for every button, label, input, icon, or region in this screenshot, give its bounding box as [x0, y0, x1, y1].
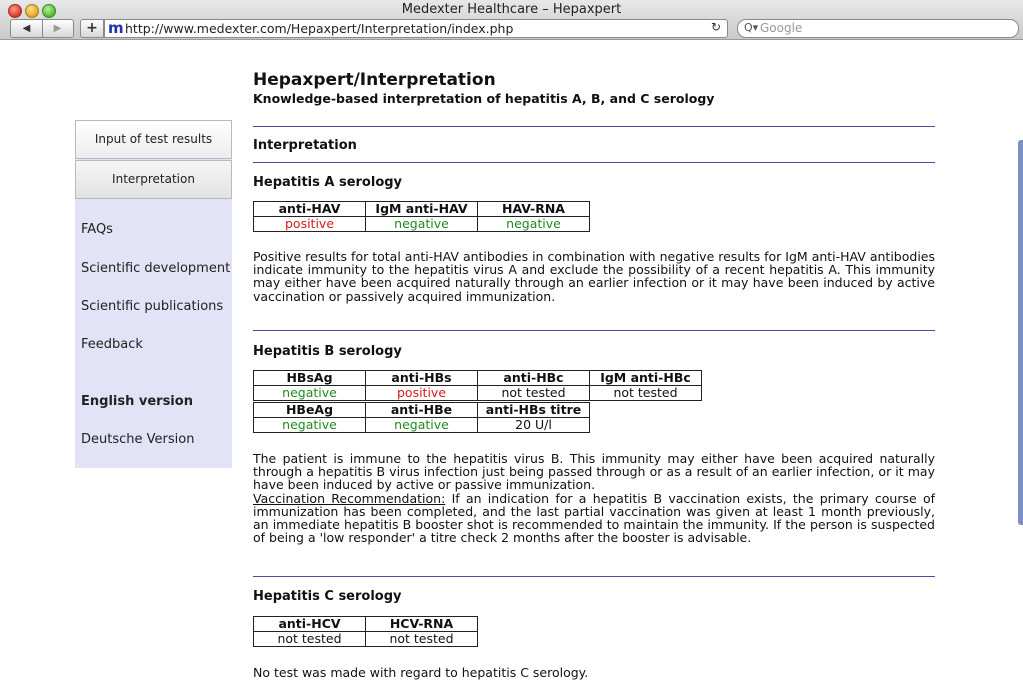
browser-toolbar: ◀ ▶ + m http://www.medexter.com/Hepaxper… [0, 18, 1023, 38]
result-cell: not tested [253, 631, 366, 647]
table-header-row: anti-HCV HCV-RNA [253, 616, 478, 632]
table-row: positive negative negative [253, 216, 590, 232]
table-header-cell: anti-HAV [253, 201, 366, 217]
scrollbar[interactable] [1018, 140, 1023, 525]
page-title: Hepaxpert/Interpretation [253, 70, 496, 90]
table-header-cell: IgM anti-HAV [365, 201, 478, 217]
table-header-cell: anti-HBc [477, 370, 590, 386]
url-text[interactable]: http://www.medexter.com/Hepaxpert/Interp… [125, 21, 513, 36]
result-cell: positive [365, 385, 478, 401]
hepatitis-b-text: The patient is immune to the hepatitis v… [253, 451, 935, 493]
reload-icon[interactable]: ↻ [711, 20, 721, 34]
table-row: not tested not tested [253, 631, 478, 647]
hepatitis-a-interpretation: Positive results for total anti-HAV anti… [253, 249, 935, 304]
table-row: negative negative 20 U/l [253, 417, 590, 433]
add-bookmark-button[interactable]: + [80, 19, 104, 38]
search-placeholder: Google [760, 21, 803, 35]
divider [253, 162, 935, 163]
table-header-row: HBeAg anti-HBe anti-HBs titre [253, 402, 590, 418]
hepatitis-b-table-2: HBeAg anti-HBe anti-HBs titre negative n… [253, 402, 590, 433]
sidebar-link-faqs[interactable]: FAQs [81, 222, 113, 237]
hepatitis-c-interpretation: No test was made with regard to hepatiti… [253, 665, 589, 680]
table-header-cell: anti-HBs [365, 370, 478, 386]
forward-button[interactable]: ▶ [42, 20, 73, 37]
language-english-current: English version [81, 394, 193, 409]
back-button[interactable]: ◀ [11, 20, 43, 37]
table-header-cell: anti-HCV [253, 616, 366, 632]
result-cell: positive [253, 216, 366, 232]
result-cell: not tested [589, 385, 702, 401]
input-test-results-button[interactable]: Input of test results [75, 120, 232, 159]
result-cell: not tested [477, 385, 590, 401]
divider [253, 576, 935, 577]
table-header-cell: IgM anti-HBc [589, 370, 702, 386]
table-header-row: anti-HAV IgM anti-HAV HAV-RNA [253, 201, 590, 217]
interpretation-button[interactable]: Interpretation [75, 160, 232, 199]
result-cell: negative [477, 216, 590, 232]
result-cell: 20 U/l [477, 417, 590, 433]
interpretation-heading: Interpretation [253, 138, 357, 153]
result-cell: negative [365, 216, 478, 232]
search-field[interactable]: Q▾ Google [737, 19, 1019, 38]
language-deutsch-link[interactable]: Deutsche Version [81, 432, 194, 447]
hepatitis-c-table: anti-HCV HCV-RNA not tested not tested [253, 616, 478, 647]
page-subtitle: Knowledge-based interpretation of hepati… [253, 91, 715, 106]
table-header-cell: HBeAg [253, 402, 366, 418]
window-title: Medexter Healthcare – Hepaxpert [401, 2, 622, 17]
table-header-cell: HAV-RNA [477, 201, 590, 217]
sidebar-link-scientific-development[interactable]: Scientific development [81, 261, 230, 276]
divider [253, 126, 935, 127]
table-header-cell: HCV-RNA [365, 616, 478, 632]
hepatitis-b-interpretation: The patient is immune to the hepatitis v… [253, 452, 935, 544]
search-icon[interactable]: Q▾ [744, 21, 758, 34]
table-header-row: HBsAg anti-HBs anti-HBc IgM anti-HBc [253, 370, 702, 386]
divider [253, 330, 935, 331]
browser-titlebar: Medexter Healthcare – Hepaxpert ◀ ▶ + m … [0, 0, 1023, 40]
hepatitis-c-heading: Hepatitis C serology [253, 589, 402, 604]
sidebar: Input of test results Interpretation FAQ… [75, 120, 232, 468]
hepatitis-b-heading: Hepatitis B serology [253, 344, 402, 359]
table-row: negative positive not tested not tested [253, 385, 702, 401]
table-header-cell: HBsAg [253, 370, 366, 386]
address-bar[interactable]: m http://www.medexter.com/Hepaxpert/Inte… [104, 19, 728, 38]
sidebar-link-feedback[interactable]: Feedback [81, 337, 143, 352]
result-cell: not tested [365, 631, 478, 647]
hepatitis-a-table: anti-HAV IgM anti-HAV HAV-RNA positive n… [253, 201, 590, 232]
table-header-cell: anti-HBe [365, 402, 478, 418]
site-favicon-icon: m [108, 19, 124, 37]
table-header-cell: anti-HBs titre [477, 402, 590, 418]
result-cell: negative [253, 385, 366, 401]
hepatitis-b-table: HBsAg anti-HBs anti-HBc IgM anti-HBc neg… [253, 370, 702, 401]
nav-button-group: ◀ ▶ [10, 19, 74, 38]
result-cell: negative [365, 417, 478, 433]
sidebar-link-scientific-publications[interactable]: Scientific publications [81, 299, 223, 314]
hepatitis-a-heading: Hepatitis A serology [253, 175, 403, 190]
result-cell: negative [253, 417, 366, 433]
